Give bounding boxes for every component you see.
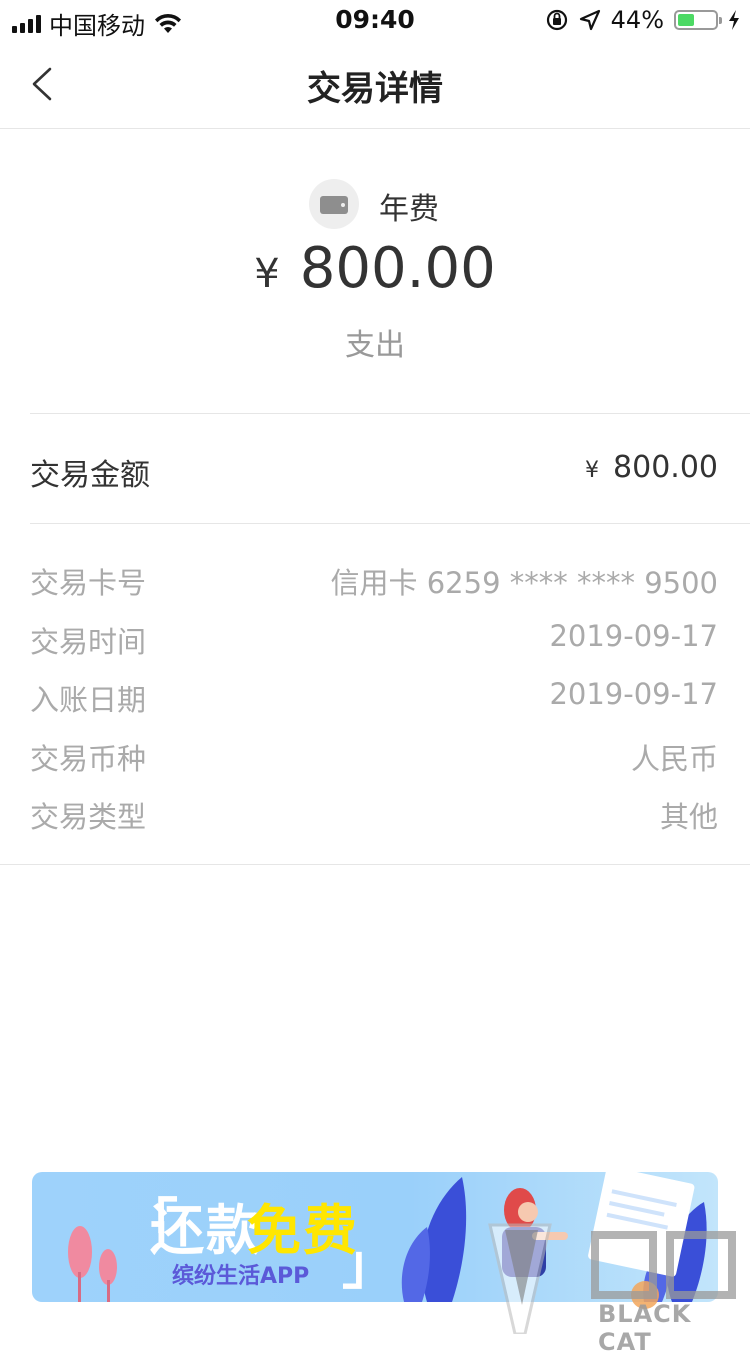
orientation-lock-icon [546, 9, 567, 31]
detail-row-posting-date: 入账日期 2019-09-17 [30, 677, 718, 736]
currency-symbol: ¥ [585, 458, 600, 483]
divider [30, 523, 750, 524]
detail-list: 交易卡号 信用卡 6259 **** **** 9500 交易时间 2019-0… [30, 560, 718, 853]
nav-bar: 交易详情 [0, 40, 750, 129]
detail-row-currency: 交易币种 人民币 [30, 736, 718, 795]
transaction-category: 年费 [379, 192, 439, 227]
wallet-icon [309, 179, 359, 229]
divider [30, 413, 750, 414]
charging-icon [729, 10, 739, 30]
transaction-amount-large: ¥800.00 [0, 236, 750, 301]
detail-label: 入账日期 [30, 683, 147, 717]
detail-value: 人民币 [630, 741, 718, 776]
detail-label: 交易时间 [30, 624, 147, 659]
banner-title-white: 还款 [150, 1199, 262, 1262]
detail-row-type: 交易类型 其他 [30, 794, 718, 853]
detail-label: 交易币种 [30, 741, 147, 776]
detail-row-card: 交易卡号 信用卡 6259 **** **** 9500 [30, 560, 718, 619]
watermark-text: BLACK CAT [598, 1300, 692, 1356]
banner-subtitle: 缤纷生活APP [172, 1264, 310, 1289]
detail-value: 信用卡 6259 **** **** 9500 [330, 566, 718, 600]
location-icon [579, 9, 600, 31]
detail-value: 2019-09-17 [549, 677, 718, 711]
battery-icon [674, 10, 722, 30]
status-bar: 中国移动 09:40 44% [0, 0, 750, 40]
detail-label: 交易类型 [30, 800, 147, 834]
divider [0, 864, 750, 865]
amount-row: 交易金额 ¥800.00 [30, 450, 718, 494]
page-title: 交易详情 [307, 69, 443, 109]
amount-value: 800.00 [299, 236, 496, 301]
battery-percent: 44% [610, 6, 664, 34]
currency-symbol: ¥ [254, 251, 280, 297]
banner-close-bracket: 」 [342, 1233, 396, 1296]
transaction-direction: 支出 [345, 328, 405, 363]
detail-label: 交易卡号 [30, 566, 147, 600]
amount-row-value: ¥800.00 [585, 450, 718, 485]
status-right: 44% [545, 6, 740, 34]
amount-row-number: 800.00 [613, 450, 718, 485]
amount-label: 交易金额 [30, 458, 150, 493]
detail-row-time: 交易时间 2019-09-17 [30, 619, 718, 678]
detail-value: 其他 [659, 800, 718, 834]
detail-value: 2019-09-17 [549, 618, 718, 653]
